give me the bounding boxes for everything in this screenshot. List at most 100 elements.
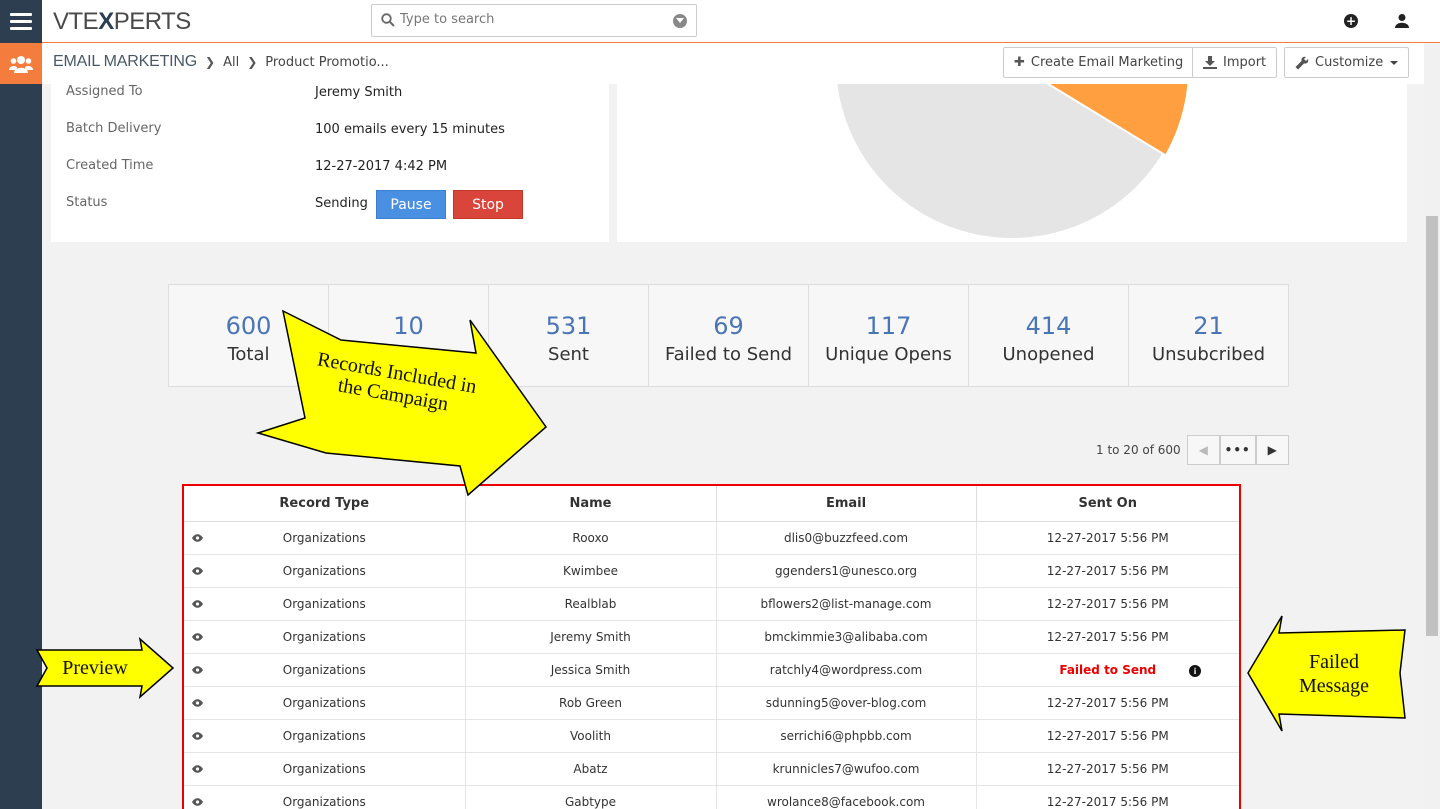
eye-preview-icon[interactable]: [192, 764, 203, 773]
search-icon: [381, 13, 395, 27]
cell-record-type: Organizations: [282, 563, 366, 578]
scrollbar-thumb[interactable]: [1426, 216, 1438, 636]
cell-sent-on: 12-27-2017 5:56 PM: [976, 785, 1239, 809]
col-header-sent-on[interactable]: Sent On: [976, 486, 1239, 522]
cell-sent-on: 12-27-2017 5:56 PM: [976, 521, 1239, 555]
stat-label: Failed to Send: [664, 344, 793, 365]
cell-record-type: Organizations: [282, 629, 366, 644]
cell-name[interactable]: Jessica Smith: [465, 653, 717, 687]
detail-value: Jeremy Smith: [315, 85, 403, 100]
chevron-right-icon: ▶: [1267, 443, 1277, 457]
next-page-button[interactable]: ▶: [1255, 435, 1289, 465]
detail-label: Assigned To: [66, 84, 143, 99]
stat-unopened[interactable]: 414 Unopened: [969, 285, 1129, 386]
cell-sent-on: 12-27-2017 5:56 PM: [976, 620, 1239, 654]
cell-name[interactable]: Rob Green: [465, 686, 717, 720]
cell-record-type: Organizations: [282, 530, 366, 545]
eye-preview-icon[interactable]: [192, 665, 203, 674]
campaign-details-panel: Assigned To Jeremy Smith Batch Delivery …: [51, 84, 609, 242]
table-row: Organizations Jeremy Smith bmckimmie3@al…: [184, 620, 1239, 654]
cell-email[interactable]: bmckimmie3@alibaba.com: [716, 620, 977, 654]
cell-email[interactable]: ratchly4@wordpress.com: [716, 653, 977, 687]
user-profile-icon[interactable]: [1395, 13, 1409, 29]
stat-unsubscribed[interactable]: 21 Unsubcribed: [1129, 285, 1288, 386]
cell-record-type: Organizations: [282, 761, 366, 776]
stop-button[interactable]: Stop: [453, 190, 523, 219]
table-row: Organizations Abatz krunnicles7@wufoo.co…: [184, 752, 1239, 786]
pagination-info: 1 to 20 of 600: [1096, 443, 1181, 457]
cell-email[interactable]: krunnicles7@wufoo.com: [716, 752, 977, 786]
breadcrumb-record: Product Promotio...: [265, 54, 389, 70]
pause-button[interactable]: Pause: [376, 190, 446, 219]
users-module-icon[interactable]: [0, 43, 42, 84]
breadcrumb-module[interactable]: EMAIL MARKETING: [53, 53, 197, 71]
stat-label: Unsubcribed: [1151, 344, 1266, 365]
stat-failed[interactable]: 69 Failed to Send: [649, 285, 809, 386]
records-table: Record Type Name Email Sent On Organizat…: [184, 486, 1239, 809]
cell-sent-on: 12-27-2017 5:56 PM: [976, 719, 1239, 753]
detail-label: Status: [66, 195, 108, 210]
cell-name[interactable]: Abatz: [465, 752, 717, 786]
detail-value: 12-27-2017 4:42 PM: [315, 159, 448, 174]
page-jump-button[interactable]: •••: [1219, 435, 1256, 465]
info-icon[interactable]: i: [1189, 664, 1201, 677]
detail-label: Created Time: [66, 158, 154, 173]
eye-preview-icon[interactable]: [192, 533, 203, 542]
page-scrollbar[interactable]: [1424, 43, 1440, 809]
chevron-left-icon: ◀: [1198, 443, 1208, 457]
cell-email[interactable]: sdunning5@over-blog.com: [716, 686, 977, 720]
chevron-right-icon: ❯: [247, 55, 258, 69]
eye-preview-icon[interactable]: [192, 731, 203, 740]
plus-icon: ✚: [1014, 55, 1025, 70]
eye-preview-icon[interactable]: [192, 797, 203, 806]
prev-page-button[interactable]: ◀: [1186, 435, 1220, 465]
cell-record-type: Organizations: [282, 596, 366, 611]
cell-name[interactable]: Realblab: [465, 587, 717, 621]
cell-sent-on: 12-27-2017 5:56 PM: [976, 752, 1239, 786]
eye-preview-icon[interactable]: [192, 599, 203, 608]
stat-number: 69: [713, 312, 744, 340]
eye-preview-icon[interactable]: [192, 632, 203, 641]
cell-email[interactable]: wrolance8@facebook.com: [716, 785, 977, 809]
cell-record-type: Organizations: [282, 728, 366, 743]
cell-email[interactable]: serrichi6@phpbb.com: [716, 719, 977, 753]
top-bar: VTEXPERTS +: [42, 0, 1440, 43]
menu-icon[interactable]: [0, 0, 42, 42]
table-row: Organizations Realblab bflowers2@list-ma…: [184, 587, 1239, 621]
cell-email[interactable]: dlis0@buzzfeed.com: [716, 521, 977, 555]
cell-email[interactable]: bflowers2@list-manage.com: [716, 587, 977, 621]
stat-number: 21: [1193, 312, 1224, 340]
cell-name[interactable]: Jeremy Smith: [465, 620, 717, 654]
cell-name[interactable]: Gabtype: [465, 785, 717, 809]
col-header-email[interactable]: Email: [716, 486, 977, 522]
stat-label: Unopened: [1002, 344, 1095, 365]
search-dropdown-icon[interactable]: [673, 14, 687, 28]
breadcrumb: EMAIL MARKETING ❯ All ❯ Product Promotio…: [53, 53, 389, 71]
cell-name[interactable]: Voolith: [465, 719, 717, 753]
eye-preview-icon[interactable]: [192, 566, 203, 575]
customize-button[interactable]: Customize: [1284, 47, 1410, 78]
cell-sent-on-failed: Failed to Send i: [976, 653, 1239, 687]
eye-preview-icon[interactable]: [192, 698, 203, 707]
detail-value: 100 emails every 15 minutes: [315, 122, 505, 137]
cell-record-type: Organizations: [282, 695, 366, 710]
search-input[interactable]: [400, 12, 660, 27]
status-value: Sending: [315, 196, 368, 211]
module-header: EMAIL MARKETING ❯ All ❯ Product Promotio…: [42, 43, 1424, 84]
quick-create-icon[interactable]: +: [1344, 14, 1358, 28]
breadcrumb-all[interactable]: All: [223, 55, 239, 70]
stat-unique-opens[interactable]: 117 Unique Opens: [809, 285, 969, 386]
cell-sent-on: 12-27-2017 5:56 PM: [976, 686, 1239, 720]
table-row: Organizations Voolith serrichi6@phpbb.co…: [184, 719, 1239, 753]
cell-name[interactable]: Rooxo: [465, 521, 717, 555]
cell-name[interactable]: Kwimbee: [465, 554, 717, 588]
import-button[interactable]: Import: [1192, 47, 1278, 78]
create-email-marketing-button[interactable]: ✚ Create Email Marketing: [1003, 47, 1195, 78]
failed-callout-text: Failed Message: [1299, 651, 1369, 697]
stat-number: 117: [865, 312, 912, 340]
cell-record-type: Organizations: [282, 794, 366, 809]
detail-label: Batch Delivery: [66, 121, 162, 136]
status-pie-chart: [617, 84, 1407, 242]
vtexperts-logo[interactable]: VTEXPERTS: [53, 8, 191, 36]
cell-email[interactable]: ggenders1@unesco.org: [716, 554, 977, 588]
